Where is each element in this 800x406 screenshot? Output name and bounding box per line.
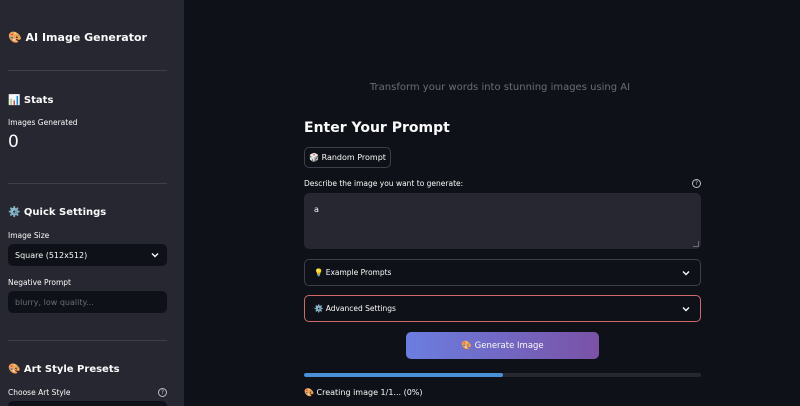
main-content: Transform your words into stunning image…	[184, 0, 800, 406]
art-style-heading: 🎨 Art Style Presets	[8, 364, 120, 375]
sidebar: 🎨 AI Image Generator 📊 Stats Images Gene…	[0, 0, 184, 406]
image-size-select[interactable]: Square (512x512)	[8, 244, 167, 266]
progress-bar	[304, 373, 701, 377]
prompt-textarea[interactable]: a	[304, 193, 701, 249]
image-size-value: Square (512x512)	[15, 250, 88, 260]
chevron-down-icon	[151, 253, 159, 258]
random-prompt-button[interactable]: 🎲 Random Prompt	[304, 147, 391, 168]
example-prompts-label: 💡 Example Prompts	[314, 268, 392, 277]
prompt-heading: Enter Your Prompt	[304, 120, 450, 136]
chevron-down-icon	[682, 306, 690, 311]
help-circle-icon[interactable]: ?	[158, 388, 167, 397]
app-title: 🎨 AI Image Generator	[8, 31, 147, 44]
progress-fill	[304, 373, 503, 377]
chevron-down-icon	[682, 270, 690, 275]
divider	[8, 70, 167, 71]
art-style-select[interactable]	[8, 401, 167, 406]
resize-handle[interactable]	[693, 241, 699, 247]
images-generated-value: 0	[8, 132, 19, 152]
divider	[8, 183, 167, 184]
generate-image-button[interactable]: 🎨 Generate Image	[406, 332, 599, 359]
advanced-settings-label: ⚙️ Advanced Settings	[314, 304, 396, 313]
example-prompts-expander[interactable]: 💡 Example Prompts	[304, 259, 701, 286]
status-text: 🎨 Creating image 1/1... (0%)	[304, 388, 423, 397]
prompt-value: a	[314, 205, 319, 214]
advanced-settings-expander[interactable]: ⚙️ Advanced Settings	[304, 295, 701, 322]
negative-prompt-input[interactable]: blurry, low quality...	[8, 291, 167, 313]
images-generated-label: Images Generated	[8, 118, 78, 127]
prompt-label: Describe the image you want to generate:	[304, 179, 464, 188]
negative-prompt-label: Negative Prompt	[8, 278, 71, 287]
stats-heading: 📊 Stats	[8, 95, 54, 106]
image-size-label: Image Size	[8, 231, 50, 240]
quick-settings-heading: ⚙️ Quick Settings	[8, 207, 107, 218]
page-subtitle: Transform your words into stunning image…	[369, 82, 631, 93]
help-circle-icon[interactable]: ?	[692, 179, 701, 188]
divider	[8, 340, 167, 341]
choose-art-style-label: Choose Art Style	[8, 388, 71, 397]
